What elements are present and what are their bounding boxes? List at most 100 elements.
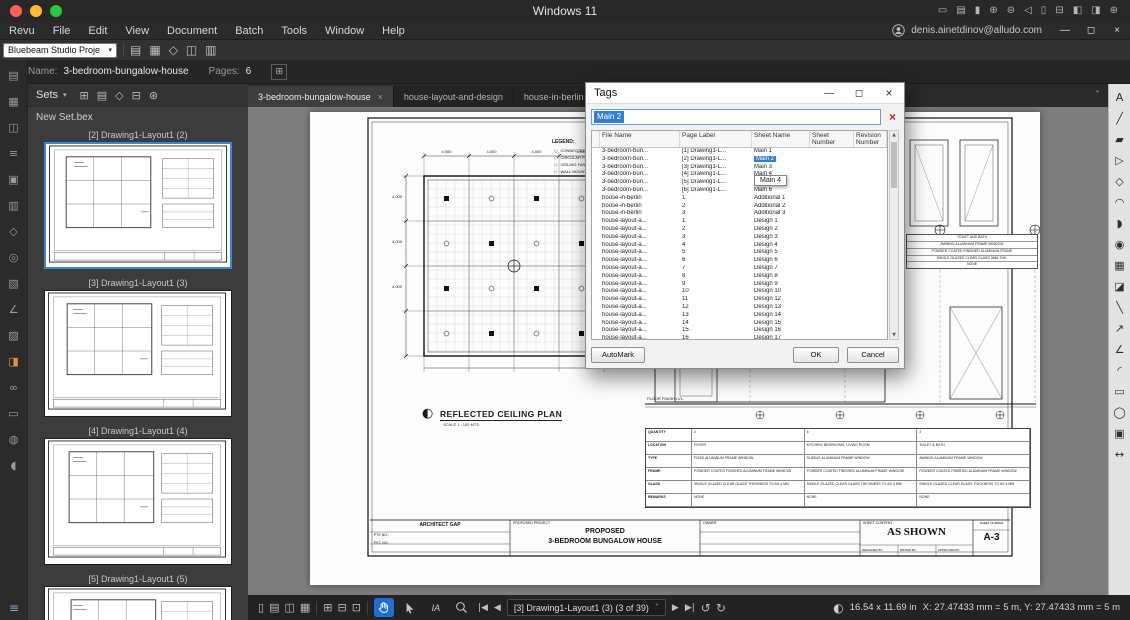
macos-close-button[interactable] — [10, 5, 22, 17]
arrow-tool-icon[interactable]: ↗ — [1111, 321, 1129, 337]
ellipse-tool-icon[interactable]: ◯ — [1111, 405, 1129, 421]
layers-icon[interactable]: ≡ — [5, 146, 23, 162]
close-window-button[interactable]: × — [1104, 22, 1130, 40]
tab-house-layout-and-design[interactable]: house-layout-and-design — [394, 86, 514, 107]
dialog-maximize-button[interactable]: ◻ — [844, 83, 874, 104]
measurements-icon[interactable]: ∠ — [5, 302, 23, 318]
menu-help[interactable]: Help — [373, 22, 414, 40]
first-page-button[interactable]: |◀ — [478, 603, 488, 613]
side-by-side-view-icon[interactable]: ◫ — [284, 601, 294, 614]
markups-list-icon[interactable]: ▥ — [5, 198, 23, 214]
network-icon[interactable]: ⊜ — [1007, 0, 1015, 22]
print-set-icon[interactable]: ⊟ — [132, 89, 141, 102]
cancel-button[interactable]: Cancel — [847, 347, 899, 363]
tag-icon[interactable]: ◇ — [169, 40, 178, 60]
links-icon[interactable]: ∞ — [5, 380, 23, 396]
rotate-ccw-icon[interactable]: ↺ — [701, 601, 711, 615]
highlighter-tool-icon[interactable]: ▰ — [1111, 132, 1129, 148]
full-screen-icon[interactable]: ⊡ — [352, 601, 361, 614]
scrollbar-thumb[interactable] — [891, 142, 897, 188]
display-icon[interactable]: ▤ — [956, 0, 965, 22]
studio-icon[interactable]: ◍ — [5, 432, 23, 448]
tags-panel-icon[interactable]: ◇ — [5, 224, 23, 240]
dialog-close-button[interactable]: × — [874, 83, 904, 104]
shapes-tool-icon[interactable]: ▷ — [1111, 153, 1129, 169]
rotate-cw-icon[interactable]: ↻ — [716, 601, 726, 615]
keyboard-icon[interactable]: ▭ — [938, 0, 947, 22]
tag-row[interactable]: house-layout-a...11Design 12 — [592, 296, 887, 304]
tag-row[interactable]: house-in-berlin2Additional 2 — [592, 203, 887, 211]
search-panel-icon[interactable]: ◎ — [5, 250, 23, 266]
tag-search-input[interactable]: Main 2 — [591, 109, 881, 125]
menu-edit[interactable]: Edit — [79, 22, 116, 40]
last-page-button[interactable]: ▶| — [685, 603, 695, 613]
tag-row[interactable]: house-in-berlin1Additional 1 — [592, 195, 887, 203]
scroll-up-icon[interactable]: ▲ — [890, 132, 898, 138]
tag-row[interactable]: house-layout-a...12Design 13 — [592, 304, 887, 312]
minimize-window-button[interactable]: — — [1052, 22, 1078, 40]
tag-row[interactable]: house-layout-a...9Design 9 — [592, 281, 887, 289]
automark-button[interactable]: AutoMark — [591, 347, 645, 363]
tag-row[interactable]: house-layout-a...16Design 17 — [592, 335, 887, 339]
stamp-tool-icon[interactable]: ◉ — [1111, 237, 1129, 253]
camera-icon[interactable]: ◧ — [1073, 0, 1082, 22]
menu-window[interactable]: Window — [316, 22, 373, 40]
thumbnail-item[interactable]: [2] Drawing1-Layout1 (2) — [28, 128, 248, 269]
bookmarks-icon[interactable]: ◫ — [5, 120, 23, 136]
account-info[interactable]: denis.ainetdinov@alludo.com — [892, 24, 1042, 37]
thumbnail-item[interactable]: [5] Drawing1-Layout1 (5) — [28, 572, 248, 620]
previous-page-button[interactable]: ◀ — [494, 603, 501, 613]
column-page-label[interactable]: Page Label — [680, 131, 752, 147]
set-settings-icon[interactable]: ⊛ — [149, 89, 158, 102]
snapshot-tool-icon[interactable]: ▣ — [1111, 426, 1129, 442]
tool-chest-icon[interactable]: ▧ — [5, 276, 23, 292]
spaces-icon[interactable]: ▨ — [5, 328, 23, 344]
callout-tool-icon[interactable]: ◗ — [1111, 216, 1129, 232]
multi-page-view-icon[interactable]: ▦ — [300, 601, 310, 614]
text-tool-icon[interactable]: A — [1111, 90, 1129, 106]
polygon-tool-icon[interactable]: ◇ — [1111, 174, 1129, 190]
tag-row[interactable]: 3-bedroom-bun...[6] Drawing1-L...Main 6 — [592, 187, 887, 195]
menu-batch[interactable]: Batch — [226, 22, 272, 40]
tag-row[interactable]: 3-bedroom-bun...[2] Drawing1-L...Main 2 — [592, 156, 887, 164]
dialog-minimize-button[interactable]: — — [814, 83, 844, 104]
columns-icon[interactable]: ▥ — [205, 40, 216, 60]
save-profile-icon[interactable]: ▦ — [149, 40, 160, 60]
tag-row[interactable]: house-layout-a...14Design 15 — [592, 320, 887, 328]
file-access-icon[interactable]: ▤ — [5, 68, 23, 84]
tab-3-bedroom-bungalow-house[interactable]: 3-bedroom-bungalow-house× — [248, 86, 394, 107]
volume-icon[interactable]: ◁ — [1024, 0, 1032, 22]
macos-zoom-button[interactable] — [50, 5, 62, 17]
continuous-view-icon[interactable]: ▤ — [269, 601, 279, 614]
thumbnail-item[interactable]: [4] Drawing1-Layout1 (4) — [28, 424, 248, 565]
printer-icon[interactable]: ⊟ — [1055, 0, 1063, 22]
tag-row[interactable]: 3-bedroom-bun...[5] Drawing1-L...Main 5 — [592, 179, 887, 187]
tag-row[interactable]: house-layout-a...1Design 1 — [592, 218, 887, 226]
thumbnails-icon[interactable]: ▦ — [5, 94, 23, 110]
menu-tools[interactable]: Tools — [272, 22, 316, 40]
column-sheet-name[interactable]: Sheet Name — [752, 131, 810, 147]
column-file-name[interactable]: File Name — [600, 131, 680, 147]
chat-icon[interactable]: ◖ — [5, 458, 23, 474]
tag-row[interactable]: house-layout-a...5Design 5 — [592, 249, 887, 257]
arc-tool-icon[interactable]: ◜ — [1111, 363, 1129, 379]
line-tool-icon[interactable]: ╲ — [1111, 300, 1129, 316]
properties-icon[interactable]: ▣ — [5, 172, 23, 188]
tag-row[interactable]: house-layout-a...13Design 14 — [592, 312, 887, 320]
column-revision-number[interactable]: Revision Number — [854, 131, 887, 147]
ok-button[interactable]: OK — [793, 347, 839, 363]
profile-select[interactable]: Bluebeam Studio Proje ▾ — [3, 43, 117, 58]
contrast-icon[interactable]: ◐ — [833, 601, 843, 615]
image-tool-icon[interactable]: ▦ — [1111, 258, 1129, 274]
rectangle-tool-icon[interactable]: ▭ — [1111, 384, 1129, 400]
macos-minimize-button[interactable] — [30, 5, 42, 17]
tag-row[interactable]: 3-bedroom-bun...[4] Drawing1-L...Main 4 — [592, 171, 887, 179]
tab-overflow-icon[interactable]: ˅ — [1095, 90, 1100, 101]
panel-menu-icon[interactable]: ≡ — [0, 601, 28, 615]
sets-panel-icon[interactable]: ◨ — [5, 354, 23, 370]
menu-revu[interactable]: Revu — [0, 22, 44, 40]
thumbnail-preview[interactable] — [44, 290, 232, 417]
dialog-titlebar[interactable]: Tags — ◻ × — [586, 83, 904, 104]
menu-view[interactable]: View — [116, 22, 158, 40]
thumbnail-preview[interactable] — [44, 586, 232, 620]
